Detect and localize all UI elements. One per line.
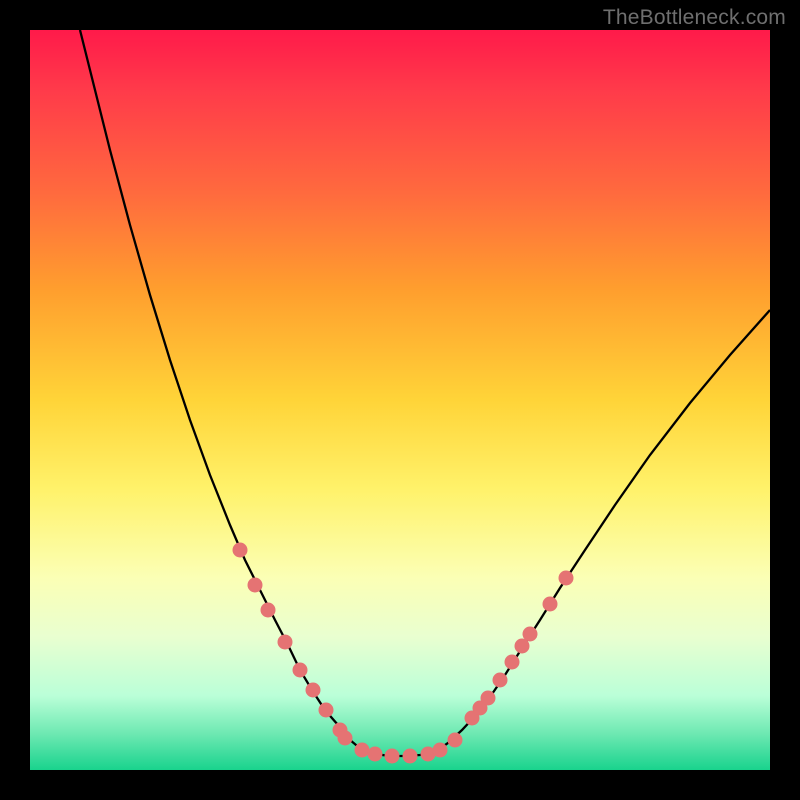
curve-marker [293, 663, 308, 678]
curve-marker [505, 655, 520, 670]
curve-marker [385, 749, 400, 764]
curve-marker [493, 673, 508, 688]
bottleneck-curve-plot [30, 30, 770, 770]
curve-marker [261, 603, 276, 618]
curve-marker [559, 571, 574, 586]
curve-marker [306, 683, 321, 698]
curve-marker [433, 743, 448, 758]
curve-marker [278, 635, 293, 650]
curve-marker [403, 749, 418, 764]
curve-marker [248, 578, 263, 593]
curve-marker [523, 627, 538, 642]
curve-marker [543, 597, 558, 612]
watermark-text: TheBottleneck.com [603, 6, 786, 30]
curve-markers [233, 543, 574, 764]
curve-line [80, 30, 770, 756]
curve-marker [368, 747, 383, 762]
curve-marker [338, 731, 353, 746]
chart-area [30, 30, 770, 770]
curve-marker [448, 733, 463, 748]
curve-marker [355, 743, 370, 758]
curve-marker [481, 691, 496, 706]
curve-marker [233, 543, 248, 558]
curve-marker [319, 703, 334, 718]
